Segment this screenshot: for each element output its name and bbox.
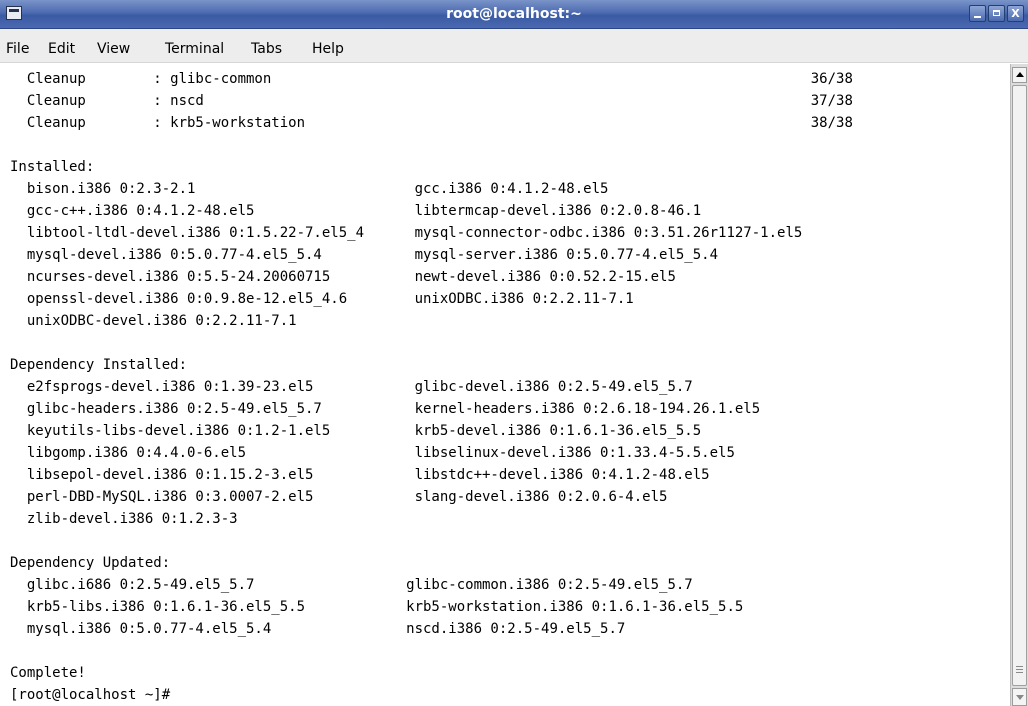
terminal-window: root@localhost:~ X File Edit View Termin…	[0, 0, 1028, 706]
terminal-line: unixODBC-devel.i386 0:2.2.11-7.1	[10, 313, 297, 329]
terminal-line: glibc-headers.i386 0:2.5-49.el5_5.7 kern…	[10, 401, 761, 417]
terminal-line: Cleanup : glibc-common 36/38	[10, 71, 853, 87]
menu-bar	[0, 38, 1028, 63]
menu-edit[interactable]: Edit	[48, 41, 75, 57]
window-title: root@localhost:~	[446, 6, 582, 22]
terminal-line: keyutils-libs-devel.i386 0:1.2-1.el5 krb…	[10, 423, 702, 439]
scroll-thumb[interactable]	[1012, 85, 1027, 686]
minimize-button[interactable]	[969, 5, 986, 22]
terminal-line: Complete!	[10, 665, 86, 681]
menu-tabs-label: Tabs	[251, 41, 282, 57]
maximize-button[interactable]	[988, 5, 1005, 22]
menu-help[interactable]: Help	[312, 41, 344, 57]
terminal-line: Dependency Updated:	[10, 555, 171, 571]
terminal-line: zlib-devel.i386 0:1.2.3-3	[10, 511, 238, 527]
terminal-line: libgomp.i386 0:4.4.0-6.el5 libselinux-de…	[10, 445, 735, 461]
terminal-line: Cleanup : krb5-workstation 38/38	[10, 115, 853, 131]
close-icon: X	[1011, 7, 1020, 20]
terminal-line: Installed:	[10, 159, 95, 175]
terminal-line: libtool-ltdl-devel.i386 0:1.5.22-7.el5_4…	[10, 225, 803, 241]
menu-edit-label: Edit	[48, 41, 76, 57]
title-bar[interactable]: root@localhost:~ X	[0, 0, 1028, 29]
menu-view[interactable]: View	[97, 41, 130, 57]
terminal-line: krb5-libs.i386 0:1.6.1-36.el5_5.5 krb5-w…	[10, 599, 744, 615]
menu-file-label: File	[6, 41, 30, 57]
terminal-line: Dependency Installed:	[10, 357, 188, 373]
menubar-spacer	[0, 29, 1028, 38]
maximize-icon	[993, 10, 1000, 16]
menu-view-label: View	[97, 41, 131, 57]
menu-help-label: Help	[312, 41, 344, 57]
scroll-up-arrow-icon[interactable]	[1012, 67, 1027, 83]
terminal-line: openssl-devel.i386 0:0.9.8e-12.el5_4.6 u…	[10, 291, 634, 307]
terminal-line: perl-DBD-MySQL.i386 0:3.0007-2.el5 slang…	[10, 489, 668, 505]
scroll-grip-line	[1016, 666, 1023, 667]
terminal-line: ncurses-devel.i386 0:5.5-24.20060715 new…	[10, 269, 676, 285]
scroll-grip-line	[1016, 672, 1023, 673]
close-button[interactable]: X	[1007, 5, 1024, 22]
terminal-prompt: [root@localhost ~]#	[10, 687, 171, 703]
terminal-output[interactable]: Cleanup : glibc-common 36/38 Cleanup : n…	[0, 69, 1010, 706]
terminal-line: libsepol-devel.i386 0:1.15.2-3.el5 libst…	[10, 467, 710, 483]
terminal-line: bison.i386 0:2.3-2.1 gcc.i386 0:4.1.2-48…	[10, 181, 609, 197]
terminal-line: Cleanup : nscd 37/38	[10, 93, 853, 109]
terminal-line: mysql-devel.i386 0:5.0.77-4.el5_5.4 mysq…	[10, 247, 719, 263]
menu-tabs[interactable]: Tabs	[251, 41, 282, 57]
terminal-line: gcc-c++.i386 0:4.1.2-48.el5 libtermcap-d…	[10, 203, 702, 219]
terminal-line: e2fsprogs-devel.i386 0:1.39-23.el5 glibc…	[10, 379, 693, 395]
menu-terminal[interactable]: Terminal	[165, 41, 224, 57]
menu-terminal-label: Terminal	[165, 41, 225, 57]
minimize-icon	[974, 16, 981, 18]
scroll-grip-line	[1016, 669, 1023, 670]
menu-file[interactable]: File	[6, 41, 29, 57]
terminal-line: glibc.i686 0:2.5-49.el5_5.7 glibc-common…	[10, 577, 693, 593]
scroll-down-arrow-icon[interactable]	[1012, 688, 1027, 706]
terminal-line: mysql.i386 0:5.0.77-4.el5_5.4 nscd.i386 …	[10, 621, 626, 637]
